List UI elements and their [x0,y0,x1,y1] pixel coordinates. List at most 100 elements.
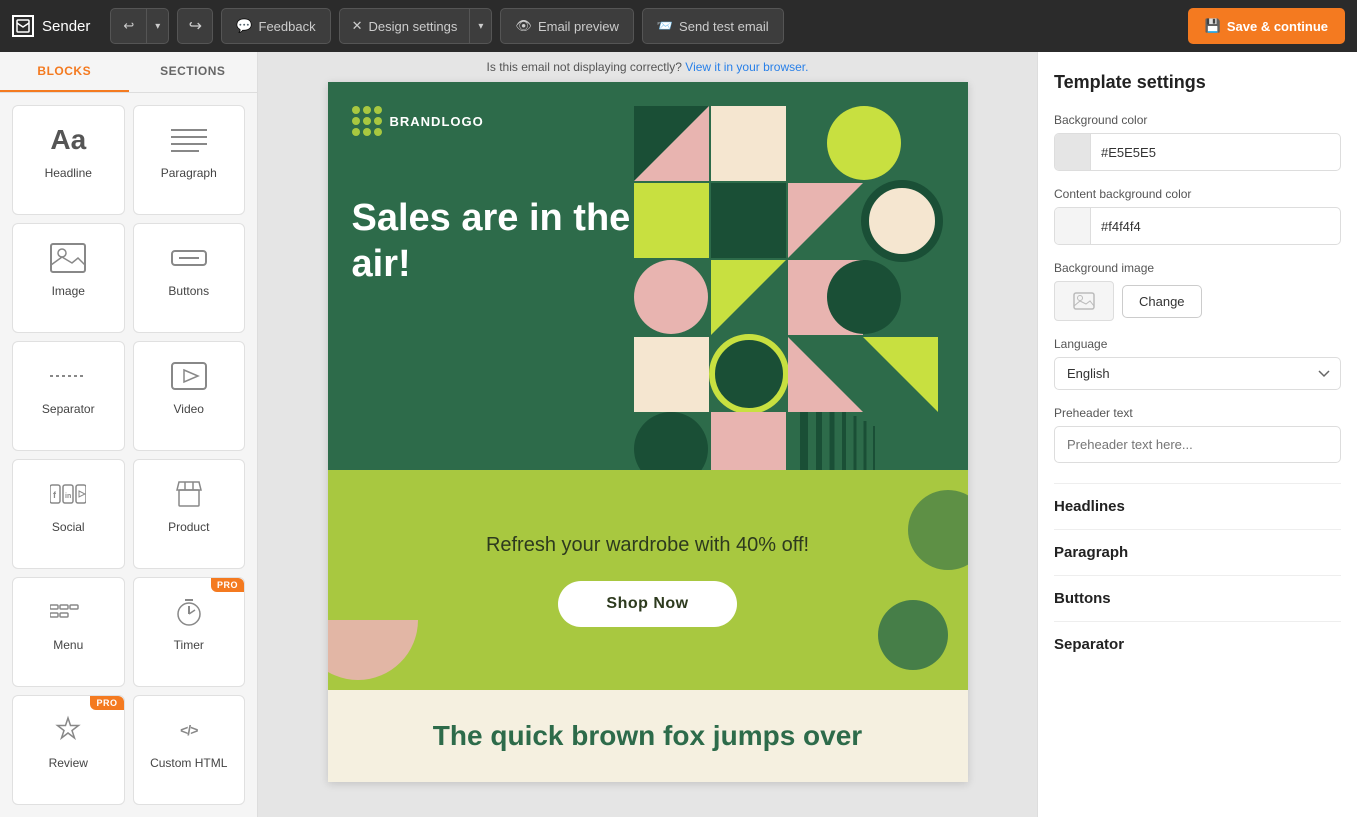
email-green-section: Refresh your wardrobe with 40% off! Shop… [328,470,968,690]
block-product-label: Product [168,520,209,534]
section-separator[interactable]: Separator [1054,621,1341,667]
paragraph-icon [169,122,209,158]
email-header-section: BRANDLOGO Sales are in the air! [328,82,968,470]
undo-btn[interactable]: ↩ [110,8,146,44]
undo-dropdown-btn[interactable]: ▾ [146,8,169,44]
main-area: BLOCKS SECTIONS Aa Headline Paragraph Im… [0,52,1357,817]
block-custom-html-label: Custom HTML [150,756,227,770]
deco-green-circle [878,600,948,670]
deco-green-circle-2 [908,490,968,570]
send-test-label: Send test email [679,19,769,34]
content-bg-swatch[interactable] [1055,208,1091,244]
dot-3 [374,106,382,114]
buttons-icon [169,240,209,276]
bg-color-input-row[interactable] [1054,133,1341,171]
review-icon [48,712,88,748]
content-bg-label: Content background color [1054,187,1341,201]
email-canvas[interactable]: BRANDLOGO Sales are in the air! [328,82,968,782]
block-custom-html[interactable]: </> Custom HTML [133,695,246,805]
logo-icon [12,15,34,37]
block-separator[interactable]: Separator [12,341,125,451]
bg-image-label: Background image [1054,261,1341,275]
bg-color-swatch[interactable] [1055,134,1091,170]
save-label: Save & continue [1227,19,1328,34]
block-separator-label: Separator [42,402,95,416]
feedback-label: Feedback [259,19,316,34]
save-continue-btn[interactable]: 💾 Save & continue [1188,8,1345,44]
shop-now-btn[interactable]: Shop Now [558,581,736,627]
preheader-input[interactable] [1054,426,1341,463]
left-sidebar: BLOCKS SECTIONS Aa Headline Paragraph Im… [0,52,258,817]
content-bg-text[interactable] [1091,219,1340,234]
language-select[interactable]: English French German Spanish Italian [1054,357,1341,390]
language-label: Language [1054,337,1341,351]
tab-blocks[interactable]: BLOCKS [0,52,129,92]
block-paragraph-label: Paragraph [161,166,217,180]
send-test-btn[interactable]: 📨 Send test email [642,8,784,44]
section-paragraph[interactable]: Paragraph [1054,529,1341,575]
topbar: Sender ↩ ▾ ↪ 💬 Feedback ✕ Design setting… [0,0,1357,52]
block-headline[interactable]: Aa Headline [12,105,125,215]
blocks-grid: Aa Headline Paragraph Image Buttons [0,93,257,817]
canvas-area: Is this email not displaying correctly? … [258,52,1037,817]
block-buttons[interactable]: Buttons [133,223,246,333]
design-settings-btn[interactable]: ✕ Design settings [339,8,470,44]
timer-icon [169,594,209,630]
right-sidebar: Template settings Background color Conte… [1037,52,1357,817]
block-menu-label: Menu [53,638,83,652]
block-social[interactable]: f in Social [12,459,125,569]
design-settings-label: Design settings [369,19,458,34]
block-image-label: Image [52,284,85,298]
block-video-label: Video [174,402,204,416]
block-paragraph[interactable]: Paragraph [133,105,246,215]
block-product[interactable]: Product [133,459,246,569]
block-menu[interactable]: Menu [12,577,125,687]
undo-icon: ↩ [123,18,134,34]
section-buttons[interactable]: Buttons [1054,575,1341,621]
dot-7 [352,128,360,136]
block-headline-label: Headline [45,166,92,180]
email-preview-label: Email preview [538,19,619,34]
brand-logo: BRANDLOGO [352,106,634,136]
sidebar-tabs: BLOCKS SECTIONS [0,52,257,93]
dot-1 [352,106,360,114]
view-browser-link[interactable]: View it in your browser. [685,60,808,74]
undo-split-btn[interactable]: ↩ ▾ [110,8,169,44]
design-settings-dropdown[interactable]: ▾ [469,8,492,44]
headline-icon: Aa [48,122,88,158]
redo-btn[interactable]: ↪ [177,8,213,44]
design-settings-icon: ✕ [352,18,363,34]
section-headlines[interactable]: Headlines [1054,483,1341,529]
separator-icon [48,358,88,394]
dot-2 [363,106,371,114]
dot-5 [363,117,371,125]
product-icon [169,476,209,512]
video-icon [169,358,209,394]
change-bg-image-btn[interactable]: Change [1122,285,1202,318]
content-bg-input-row[interactable] [1054,207,1341,245]
bg-image-preview [1054,281,1114,321]
feedback-btn[interactable]: 💬 Feedback [221,8,330,44]
bg-color-label: Background color [1054,113,1341,127]
block-buttons-label: Buttons [168,284,209,298]
block-image[interactable]: Image [12,223,125,333]
send-test-icon: 📨 [657,18,673,34]
deco-pink-half [328,620,418,680]
email-preview-btn[interactable]: 👁 Email preview [500,8,633,44]
image-icon [48,240,88,276]
custom-html-icon: </> [169,712,209,748]
design-settings-split[interactable]: ✕ Design settings ▾ [339,8,493,44]
email-body-title: The quick brown fox jumps over [352,720,944,752]
block-video[interactable]: Video [133,341,246,451]
app-logo: Sender [12,15,90,37]
tab-sections[interactable]: SECTIONS [129,52,258,92]
block-timer[interactable]: PRO Timer [133,577,246,687]
geo-svg [634,106,944,470]
review-pro-badge: PRO [90,696,123,710]
block-review-label: Review [49,756,88,770]
menu-icon [48,594,88,630]
brand-logo-dots [352,106,382,136]
block-review[interactable]: PRO Review [12,695,125,805]
bg-color-text[interactable] [1091,145,1340,160]
timer-pro-badge: PRO [211,578,244,592]
